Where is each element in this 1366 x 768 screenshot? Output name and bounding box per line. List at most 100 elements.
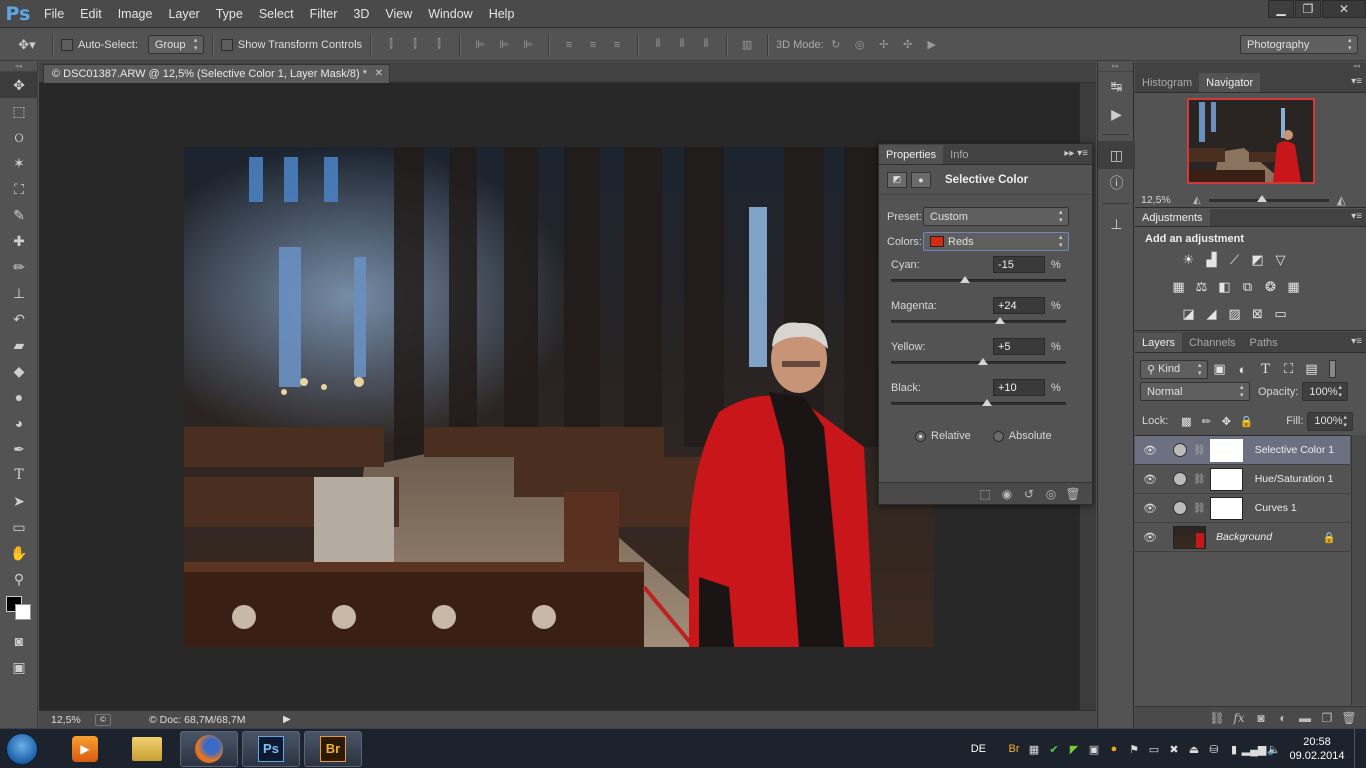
delete-layer-icon[interactable]: 🗑 [1338, 709, 1360, 727]
dodge-tool-icon[interactable]: ◕ [0, 410, 38, 436]
new-adjustment-icon[interactable]: ◐ [1272, 709, 1294, 727]
black-white-icon[interactable]: ◧ [1213, 276, 1236, 298]
auto-select-dropdown[interactable]: Group [147, 35, 204, 54]
distribute-right-icon[interactable]: ⦀ [699, 38, 713, 52]
color-lookup-icon[interactable]: ▦ [1282, 276, 1305, 298]
language-indicator[interactable]: DE [971, 743, 986, 755]
chart-tray-icon[interactable]: ▦ [1024, 741, 1044, 757]
photo-filter-icon[interactable]: ⧉ [1236, 276, 1259, 298]
layer-style-fx-icon[interactable]: fx [1228, 709, 1250, 727]
layer-mask-icon[interactable]: ● [911, 171, 931, 188]
tab-channels[interactable]: Channels [1182, 333, 1242, 352]
slider-track[interactable] [891, 317, 1066, 324]
threshold-icon[interactable]: ▨ [1223, 303, 1246, 325]
colors-dropdown[interactable]: Reds [923, 232, 1069, 251]
filter-type-icon[interactable]: T [1254, 358, 1277, 380]
paint-bucket-tool-icon[interactable]: ◆ [0, 358, 38, 384]
brush-tool-icon[interactable]: ✏ [0, 254, 38, 280]
tab-navigator[interactable]: Navigator [1199, 73, 1261, 92]
navigator-zoom-thumb[interactable] [1256, 194, 1267, 202]
layer-row-background[interactable]: 👁 Background 🔒 [1135, 523, 1350, 552]
media-player-app[interactable]: ▶ [56, 731, 114, 767]
explorer-app[interactable] [118, 731, 176, 767]
posterize-icon[interactable]: ◢ [1200, 303, 1223, 325]
type-tool-icon[interactable]: T [0, 462, 38, 488]
curves-icon[interactable]: ⟋ [1223, 249, 1246, 271]
layer-name[interactable]: Selective Color 1 [1255, 444, 1334, 456]
marquee-tool-icon[interactable]: ⬚ [0, 98, 38, 124]
slider-value-field[interactable]: -15 [993, 256, 1045, 273]
auto-align-icon[interactable]: ▥ [740, 38, 754, 52]
menu-type[interactable]: Type [208, 7, 251, 21]
slider-track[interactable] [891, 358, 1066, 365]
adjustment-type-icon[interactable]: ◩ [887, 171, 907, 188]
start-button[interactable] [0, 729, 44, 768]
crop-tool-icon[interactable]: ⛶ [0, 176, 38, 202]
visibility-icon[interactable]: ◎ [1040, 485, 1062, 503]
clip-to-layer-icon[interactable]: ⬚ [974, 485, 996, 503]
absolute-option[interactable]: Absolute [992, 430, 1052, 442]
navigator-menu-icon[interactable]: ▾≡ [1351, 76, 1362, 87]
tab-layers[interactable]: Layers [1135, 333, 1183, 352]
color-swatches[interactable] [0, 592, 38, 628]
properties-dock-icon[interactable]: ◫ [1098, 141, 1135, 169]
history-brush-tool-icon[interactable]: ↶ [0, 306, 38, 332]
auto-select-option[interactable]: Auto-Select: [61, 38, 138, 51]
levels-icon[interactable]: ▟ [1200, 249, 1223, 271]
navigator-thumbnail[interactable] [1187, 98, 1315, 184]
slider-value-field[interactable]: +10 [993, 379, 1045, 396]
move-tool-preset-icon[interactable]: ✥▾ [15, 37, 39, 52]
layer-row-curves[interactable]: 👁 ⛓ Curves 1 [1135, 494, 1350, 523]
tab-histogram[interactable]: Histogram [1135, 73, 1199, 92]
network-drive-tray-icon[interactable]: ⛁ [1204, 741, 1224, 757]
info-dock-icon[interactable]: ⓘ [1098, 169, 1135, 197]
visibility-eye-icon[interactable]: 👁 [1143, 531, 1159, 544]
layer-kind-dropdown[interactable]: ⚲ Kind [1140, 359, 1208, 379]
preset-dropdown[interactable]: Custom [923, 207, 1069, 226]
color-balance-icon[interactable]: ⚖ [1190, 276, 1213, 298]
view-previous-state-icon[interactable]: ◉ [996, 485, 1018, 503]
3d-slide-icon[interactable]: ✣ [901, 38, 915, 52]
filter-pixel-icon[interactable]: ▣ [1208, 358, 1231, 380]
history-icon[interactable]: ↹ [1098, 72, 1135, 100]
vibrance-icon[interactable]: ▽ [1269, 249, 1292, 271]
zoom-in-icon[interactable]: ◭ [1337, 193, 1346, 207]
slider-track[interactable] [891, 276, 1066, 283]
mask-link-icon[interactable]: ⛓ [1193, 445, 1206, 456]
screen-mode-icon[interactable]: ▣ [0, 654, 38, 680]
dock-grip[interactable]: ▸▸ [1098, 62, 1133, 72]
lock-image-icon[interactable]: ✏ [1196, 410, 1216, 432]
menu-view[interactable]: View [377, 7, 420, 21]
minimize-button[interactable]: ▁ [1268, 0, 1294, 18]
panel-menu-icon[interactable]: ▸▸ ▾≡ [1064, 148, 1088, 159]
tab-info[interactable]: Info [943, 145, 975, 164]
visibility-eye-icon[interactable]: 👁 [1143, 473, 1159, 486]
background-color[interactable] [15, 604, 31, 620]
exposure-icon[interactable]: ◩ [1246, 249, 1269, 271]
lock-position-icon[interactable]: ✥ [1216, 410, 1236, 432]
signal-tray-icon[interactable]: ▂▄▆ [1242, 741, 1267, 757]
tab-properties[interactable]: Properties [879, 145, 944, 164]
path-selection-tool-icon[interactable]: ➤ [0, 488, 38, 514]
selective-color-icon[interactable]: ⊠ [1246, 303, 1269, 325]
slider-thumb[interactable] [982, 399, 993, 406]
zoom-tool-icon[interactable]: ⚲ [0, 566, 38, 592]
status-zoom[interactable]: 12,5% [39, 714, 95, 726]
menu-3d[interactable]: 3D [345, 7, 377, 21]
tools-tray-icon[interactable]: ✖ [1164, 741, 1184, 757]
mask-link-icon[interactable]: ⛓ [1193, 474, 1206, 485]
status-info-icon[interactable]: © [95, 713, 111, 726]
flag-tray-icon[interactable]: ⚑ [1124, 741, 1144, 757]
close-tab-icon[interactable]: ✕ [375, 68, 383, 79]
layer-name[interactable]: Background [1216, 531, 1272, 543]
menu-help[interactable]: Help [481, 7, 523, 21]
restore-button[interactable]: ❐ [1295, 0, 1321, 18]
layer-row-hue-saturation[interactable]: 👁 ⛓ Hue/Saturation 1 [1135, 465, 1350, 494]
layer-mask-thumbnail[interactable] [1209, 467, 1243, 491]
slider-track[interactable] [891, 399, 1066, 406]
blur-tool-icon[interactable]: ● [0, 384, 38, 410]
volume-tray-icon[interactable]: 🔈 [1264, 741, 1284, 757]
photoshop-app[interactable]: Ps [242, 730, 300, 767]
menu-select[interactable]: Select [251, 7, 302, 21]
quick-mask-icon[interactable]: ◙ [0, 628, 38, 654]
